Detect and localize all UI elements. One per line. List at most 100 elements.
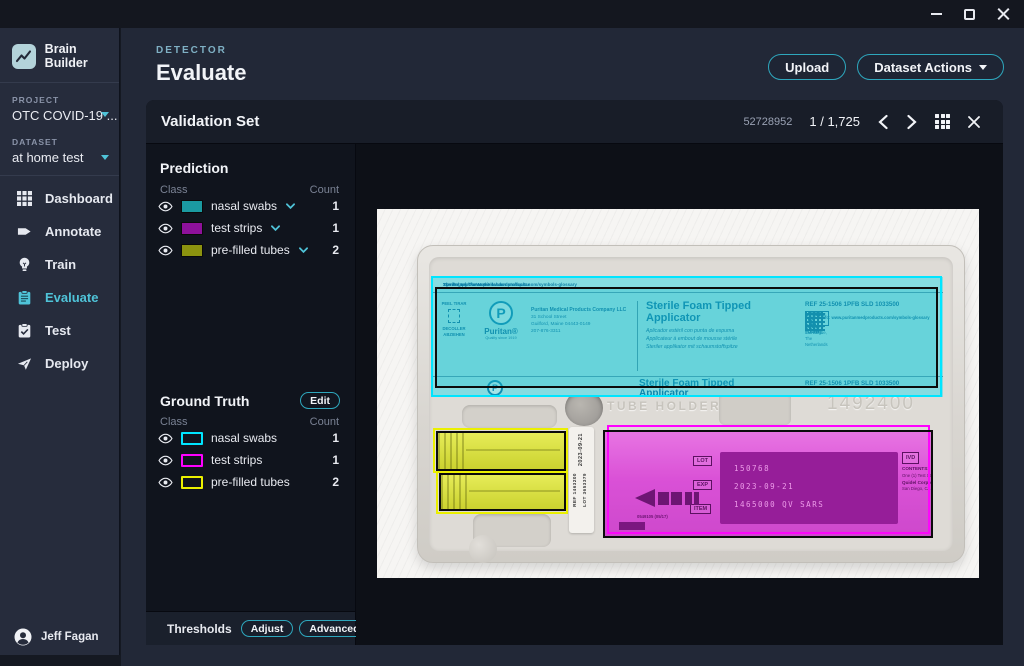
brain-builder-logo-icon: [12, 44, 36, 69]
project-label: PROJECT: [12, 95, 107, 105]
dataset-actions-button[interactable]: Dataset Actions: [857, 54, 1004, 80]
class-count: 1: [332, 453, 339, 467]
minimize-icon[interactable]: [931, 13, 942, 15]
annotations-sidebar: Prediction Class Count nasal swabs 1: [146, 144, 356, 645]
dataset-selector[interactable]: DATASET at home test: [0, 133, 119, 175]
class-label: nasal swabs: [211, 199, 277, 213]
prediction-box-test-strips[interactable]: [603, 430, 933, 538]
eye-icon[interactable]: [158, 243, 173, 258]
tray-label-strip: 2023-09-21 REF 1463200 LOT 3653379: [569, 427, 594, 533]
edit-button-label: Edit: [310, 395, 330, 407]
send-icon: [17, 356, 32, 371]
page-title: Evaluate: [156, 60, 247, 86]
chevron-down-icon[interactable]: [101, 112, 109, 117]
class-color-swatch: [181, 222, 203, 235]
advanced-button-label: Advanced: [309, 623, 359, 635]
image-id: 52728952: [743, 116, 792, 128]
label-date: 2023-09-21: [578, 433, 584, 466]
maximize-icon[interactable]: [964, 9, 975, 20]
chevron-down-icon[interactable]: [285, 202, 296, 211]
label-ref: REF 1463200: [572, 473, 577, 507]
class-color-swatch: [181, 244, 203, 257]
sidebar-menu: Dashboard Annotate Train Evaluate Test D…: [0, 182, 119, 380]
class-count: 1: [332, 199, 339, 213]
grid-view-button[interactable]: [935, 114, 950, 129]
panel-header: Validation Set 52728952 1 / 1,725: [146, 100, 1003, 144]
chevron-down-icon[interactable]: [101, 155, 109, 160]
chevron-left-icon: [877, 114, 889, 130]
user-avatar-icon: [14, 628, 32, 646]
sidebar-item-label: Annotate: [45, 224, 101, 239]
prediction-box-tube-1[interactable]: [436, 431, 566, 471]
chevron-down-icon[interactable]: [270, 224, 281, 233]
thresholds-bar: Thresholds Adjust Advanced: [146, 611, 355, 645]
tag-icon: [17, 224, 32, 239]
user-account[interactable]: Jeff Fagan: [14, 628, 99, 646]
sidebar-item-train[interactable]: Train: [0, 248, 119, 281]
prediction-row-pre-filled-tubes: pre-filled tubes 2: [146, 240, 355, 260]
dataset-actions-label: Dataset Actions: [874, 60, 972, 75]
adjust-button[interactable]: Adjust: [241, 620, 294, 637]
close-icon: [967, 115, 981, 129]
sidebar-item-evaluate[interactable]: Evaluate: [0, 281, 119, 314]
edit-ground-truth-button[interactable]: Edit: [300, 392, 340, 409]
prediction-row-nasal-swabs: nasal swabs 1: [146, 196, 355, 216]
prev-image-button[interactable]: [877, 114, 889, 130]
class-label: pre-filled tubes: [211, 475, 290, 489]
class-label: test strips: [211, 453, 262, 467]
next-image-button[interactable]: [906, 114, 918, 130]
sidebar-item-label: Test: [45, 323, 71, 338]
sidebar-item-label: Deploy: [45, 356, 88, 371]
dashboard-grid-icon: [17, 191, 32, 206]
lightbulb-icon: [17, 257, 32, 272]
page-header: DETECTOR Evaluate Upload Dataset Actions: [121, 28, 1024, 100]
eye-icon[interactable]: [158, 453, 173, 468]
eye-icon[interactable]: [158, 431, 173, 446]
user-name: Jeff Fagan: [41, 631, 99, 643]
class-count: 2: [332, 475, 339, 489]
class-header: Class: [160, 184, 188, 196]
chevron-down-icon[interactable]: [298, 246, 309, 255]
sidebar-item-deploy[interactable]: Deploy: [0, 347, 119, 380]
class-color-swatch: [181, 432, 203, 445]
sidebar-item-label: Dashboard: [45, 191, 113, 206]
class-header: Class: [160, 416, 188, 428]
project-value: OTC COVID-19 ...: [12, 108, 107, 123]
prediction-box-nasal-swabs[interactable]: [435, 287, 938, 388]
close-icon[interactable]: [997, 8, 1010, 21]
eye-icon[interactable]: [158, 199, 173, 214]
ground-truth-row-pre-filled-tubes: pre-filled tubes 2: [146, 472, 355, 492]
sidebar-item-dashboard[interactable]: Dashboard: [0, 182, 119, 215]
image-viewer[interactable]: TUBE HOLDER 1492400 Symbol Info: www.pur…: [356, 144, 1003, 645]
upload-button-label: Upload: [785, 60, 829, 75]
adjust-button-label: Adjust: [251, 623, 284, 635]
project-selector[interactable]: PROJECT OTC COVID-19 ...: [0, 83, 119, 133]
class-label: nasal swabs: [211, 431, 277, 445]
sidebar: Brain Builder PROJECT OTC COVID-19 ... D…: [0, 28, 120, 655]
prediction-title: Prediction: [160, 160, 228, 176]
sidebar-item-test[interactable]: Test: [0, 314, 119, 347]
clipboard-icon: [17, 290, 32, 305]
ground-truth-row-nasal-swabs: nasal swabs 1: [146, 428, 355, 448]
eye-icon[interactable]: [158, 475, 173, 490]
class-count: 1: [332, 221, 339, 235]
close-viewer-button[interactable]: [967, 115, 981, 129]
tray-embossed-label: TUBE HOLDER: [607, 399, 721, 413]
class-label: pre-filled tubes: [211, 243, 290, 257]
eye-icon[interactable]: [158, 221, 173, 236]
chevron-right-icon: [906, 114, 918, 130]
tray-bump: [469, 535, 497, 563]
image-position: 1 / 1,725: [809, 114, 860, 129]
class-color-swatch: [181, 476, 203, 489]
sample-photo: TUBE HOLDER 1492400 Symbol Info: www.pur…: [377, 209, 979, 578]
class-count: 2: [332, 243, 339, 257]
count-header: Count: [310, 184, 339, 196]
prediction-box-tube-2[interactable]: [439, 473, 566, 511]
dataset-value: at home test: [12, 150, 107, 165]
grid-icon: [935, 114, 950, 129]
upload-button[interactable]: Upload: [768, 54, 846, 80]
app-window: Brain Builder PROJECT OTC COVID-19 ... D…: [0, 0, 1024, 666]
sidebar-item-label: Evaluate: [45, 290, 98, 305]
app-logo[interactable]: Brain Builder: [0, 28, 119, 82]
sidebar-item-annotate[interactable]: Annotate: [0, 215, 119, 248]
